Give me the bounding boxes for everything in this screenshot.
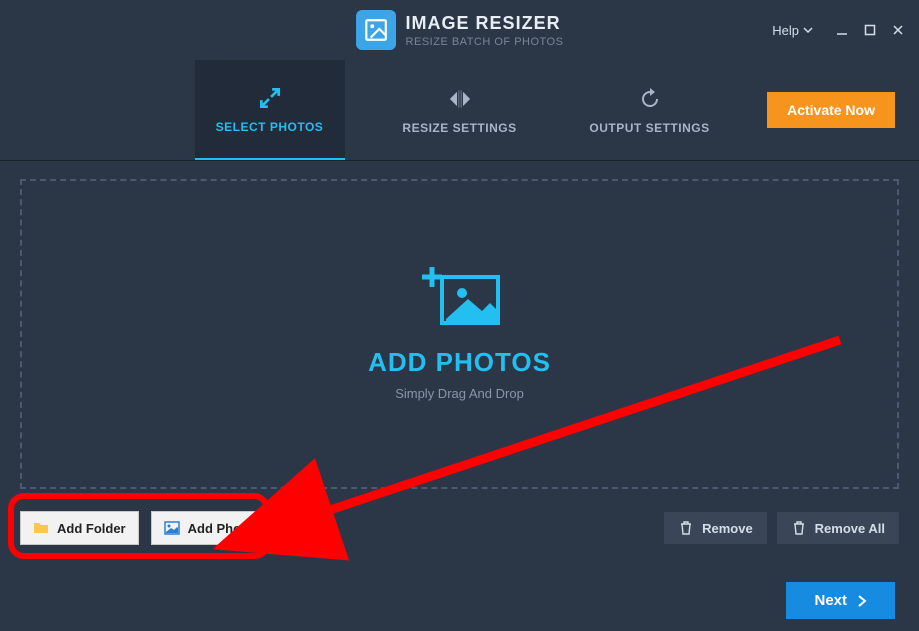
app-title-block: IMAGE RESIZER RESIZE BATCH OF PHOTOS	[356, 10, 564, 50]
remove-label: Remove	[702, 521, 753, 536]
tab-select-photos[interactable]: SELECT PHOTOS	[195, 60, 345, 160]
drop-title: ADD PHOTOS	[368, 347, 551, 378]
close-icon	[892, 24, 904, 36]
remove-button[interactable]: Remove	[664, 512, 767, 544]
folder-icon	[33, 520, 49, 536]
app-name: IMAGE RESIZER	[406, 13, 564, 34]
tab-resize-settings[interactable]: RESIZE SETTINGS	[385, 60, 535, 160]
maximize-button[interactable]	[861, 21, 879, 39]
main-panel: ADD PHOTOS Simply Drag And Drop	[0, 161, 919, 499]
app-logo	[356, 10, 396, 50]
minimize-icon	[836, 24, 848, 36]
maximize-icon	[864, 24, 876, 36]
expand-arrows-icon	[256, 84, 284, 112]
next-button[interactable]: Next	[786, 582, 895, 619]
tab-label: SELECT PHOTOS	[216, 120, 324, 134]
next-label: Next	[814, 592, 847, 609]
remove-all-label: Remove All	[815, 521, 885, 536]
trash-icon	[678, 520, 694, 536]
close-button[interactable]	[889, 21, 907, 39]
add-folder-label: Add Folder	[57, 521, 126, 536]
action-row: Add Folder Add Photos Remove Remove All	[0, 499, 919, 545]
add-photos-label: Add Photos	[188, 521, 261, 536]
photo-drop-area[interactable]: ADD PHOTOS Simply Drag And Drop	[20, 179, 899, 489]
chevron-down-icon	[803, 25, 813, 35]
mirror-icon	[446, 85, 474, 113]
trash-icon	[791, 520, 807, 536]
add-photo-icon	[420, 267, 500, 329]
activate-button[interactable]: Activate Now	[767, 92, 895, 128]
add-folder-button[interactable]: Add Folder	[20, 511, 139, 545]
image-icon	[363, 17, 389, 43]
help-label: Help	[772, 23, 799, 38]
refresh-icon	[636, 85, 664, 113]
tab-output-settings[interactable]: OUTPUT SETTINGS	[575, 60, 725, 160]
titlebar: IMAGE RESIZER RESIZE BATCH OF PHOTOS Hel…	[0, 0, 919, 60]
add-photos-button[interactable]: Add Photos	[151, 511, 274, 545]
minimize-button[interactable]	[833, 21, 851, 39]
photo-icon	[164, 520, 180, 536]
tab-label: RESIZE SETTINGS	[402, 121, 516, 135]
footer: Next	[786, 582, 895, 619]
help-menu[interactable]: Help	[772, 23, 813, 38]
remove-all-button[interactable]: Remove All	[777, 512, 899, 544]
drop-subtitle: Simply Drag And Drop	[395, 386, 524, 401]
tab-bar: SELECT PHOTOS RESIZE SETTINGS OUTPUT SET…	[0, 60, 919, 160]
app-tagline: RESIZE BATCH OF PHOTOS	[406, 36, 564, 48]
tab-label: OUTPUT SETTINGS	[589, 121, 709, 135]
chevron-right-icon	[857, 595, 867, 607]
